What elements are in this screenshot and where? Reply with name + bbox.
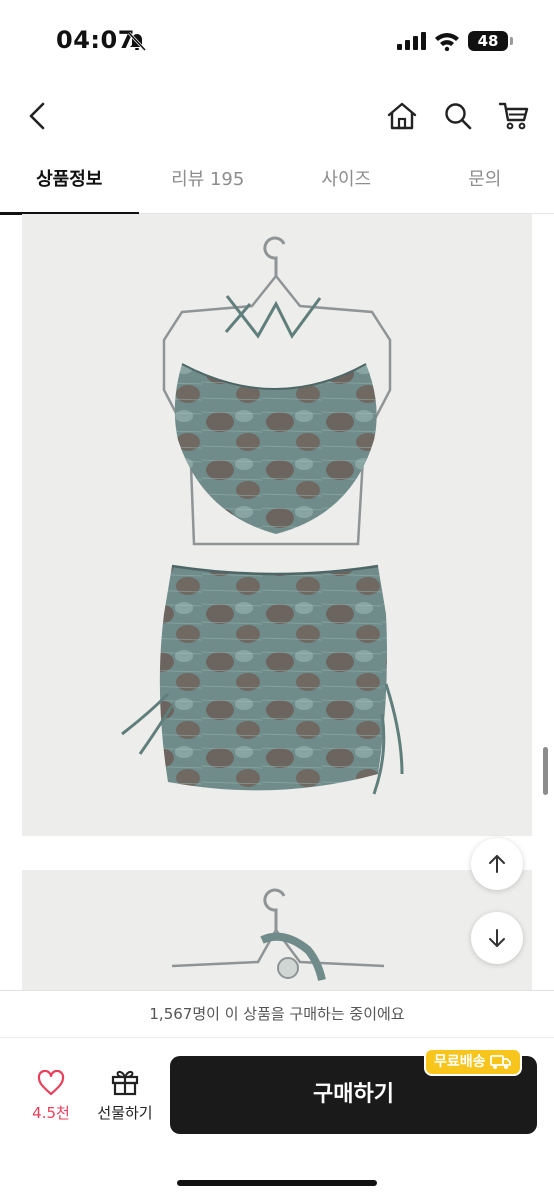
gift-icon	[111, 1070, 139, 1096]
product-tabs: 상품정보 리뷰 195 사이즈 문의	[0, 150, 554, 215]
bell-off-icon	[127, 31, 147, 52]
cart-icon	[498, 102, 529, 130]
gift-label: 선물하기	[97, 1104, 153, 1122]
home-icon	[387, 102, 417, 130]
bottom-action-bar: 4.5천 선물하기 구매하기 무료배송	[0, 1038, 554, 1200]
free-shipping-badge: 무료배송	[424, 1048, 522, 1076]
battery-icon: 48	[468, 31, 508, 51]
battery-tip	[510, 37, 513, 45]
like-count: 4.5천	[32, 1104, 70, 1122]
scroll-indicator[interactable]	[543, 747, 548, 795]
garment-photo	[121, 236, 404, 795]
app-header	[0, 84, 554, 148]
chevron-left-icon	[29, 102, 45, 130]
product-image	[22, 214, 532, 836]
like-button[interactable]: 4.5천	[22, 1069, 80, 1123]
tab-size[interactable]: 사이즈	[277, 150, 416, 214]
arrow-down-icon	[489, 929, 505, 947]
free-shipping-label: 무료배송	[434, 1054, 486, 1070]
cart-button[interactable]	[494, 96, 534, 136]
wifi-icon	[435, 33, 459, 51]
gift-button[interactable]: 선물하기	[92, 1068, 158, 1123]
tab-inquiry[interactable]: 문의	[416, 150, 554, 214]
tab-product-info[interactable]: 상품정보	[0, 150, 139, 215]
garment-photo-2	[171, 888, 385, 981]
scroll-down-button[interactable]	[471, 912, 523, 964]
status-time: 04:07	[56, 26, 135, 54]
product-image-2	[22, 870, 532, 990]
status-bar: 04:07 48	[0, 0, 554, 84]
signal-icon	[397, 32, 426, 50]
home-button[interactable]	[382, 96, 422, 136]
buying-now-notice: 1,567명이 이 상품을 구매하는 중이에요	[0, 990, 554, 1038]
product-detail-content	[0, 214, 554, 990]
arrow-up-icon	[489, 855, 505, 873]
tab-reviews[interactable]: 리뷰 195	[139, 150, 278, 214]
scroll-up-button[interactable]	[471, 838, 523, 890]
search-icon	[445, 103, 472, 130]
home-indicator	[177, 1180, 377, 1186]
heart-icon	[37, 1069, 65, 1096]
truck-icon	[489, 1055, 511, 1069]
back-button[interactable]	[18, 96, 58, 136]
search-button[interactable]	[438, 96, 478, 136]
